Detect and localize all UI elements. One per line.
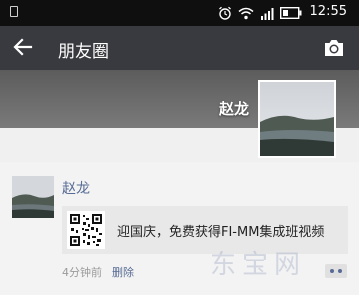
owner-avatar[interactable] (258, 80, 336, 158)
nav-bar: 朋友圈 (0, 26, 359, 70)
status-bar: 12:55 (0, 0, 359, 26)
post-author-name[interactable]: 赵龙 (62, 178, 90, 198)
signal-icon (261, 7, 274, 20)
delete-link[interactable]: 删除 (112, 266, 134, 279)
camera-icon[interactable] (323, 38, 345, 58)
comment-button[interactable] (325, 264, 347, 278)
post-timestamp: 4分钟前 (62, 266, 102, 279)
page-title: 朋友圈 (58, 42, 109, 62)
status-icons (218, 3, 302, 23)
qr-code-thumbnail (67, 211, 105, 249)
status-time: 12:55 (309, 4, 347, 19)
battery-icon (280, 7, 302, 19)
sim-card-icon (10, 6, 18, 17)
post-avatar[interactable] (12, 176, 54, 218)
shared-link-title: 迎国庆，免费获得FI-MM集成班视频 (117, 224, 325, 240)
wifi-icon (238, 7, 254, 19)
watermark-text: 东宝网 (210, 250, 307, 280)
back-arrow-icon[interactable] (12, 36, 34, 58)
post-meta: 4分钟前 删除 (62, 264, 134, 280)
alarm-icon (219, 6, 231, 20)
owner-name[interactable]: 赵龙 (219, 98, 249, 119)
